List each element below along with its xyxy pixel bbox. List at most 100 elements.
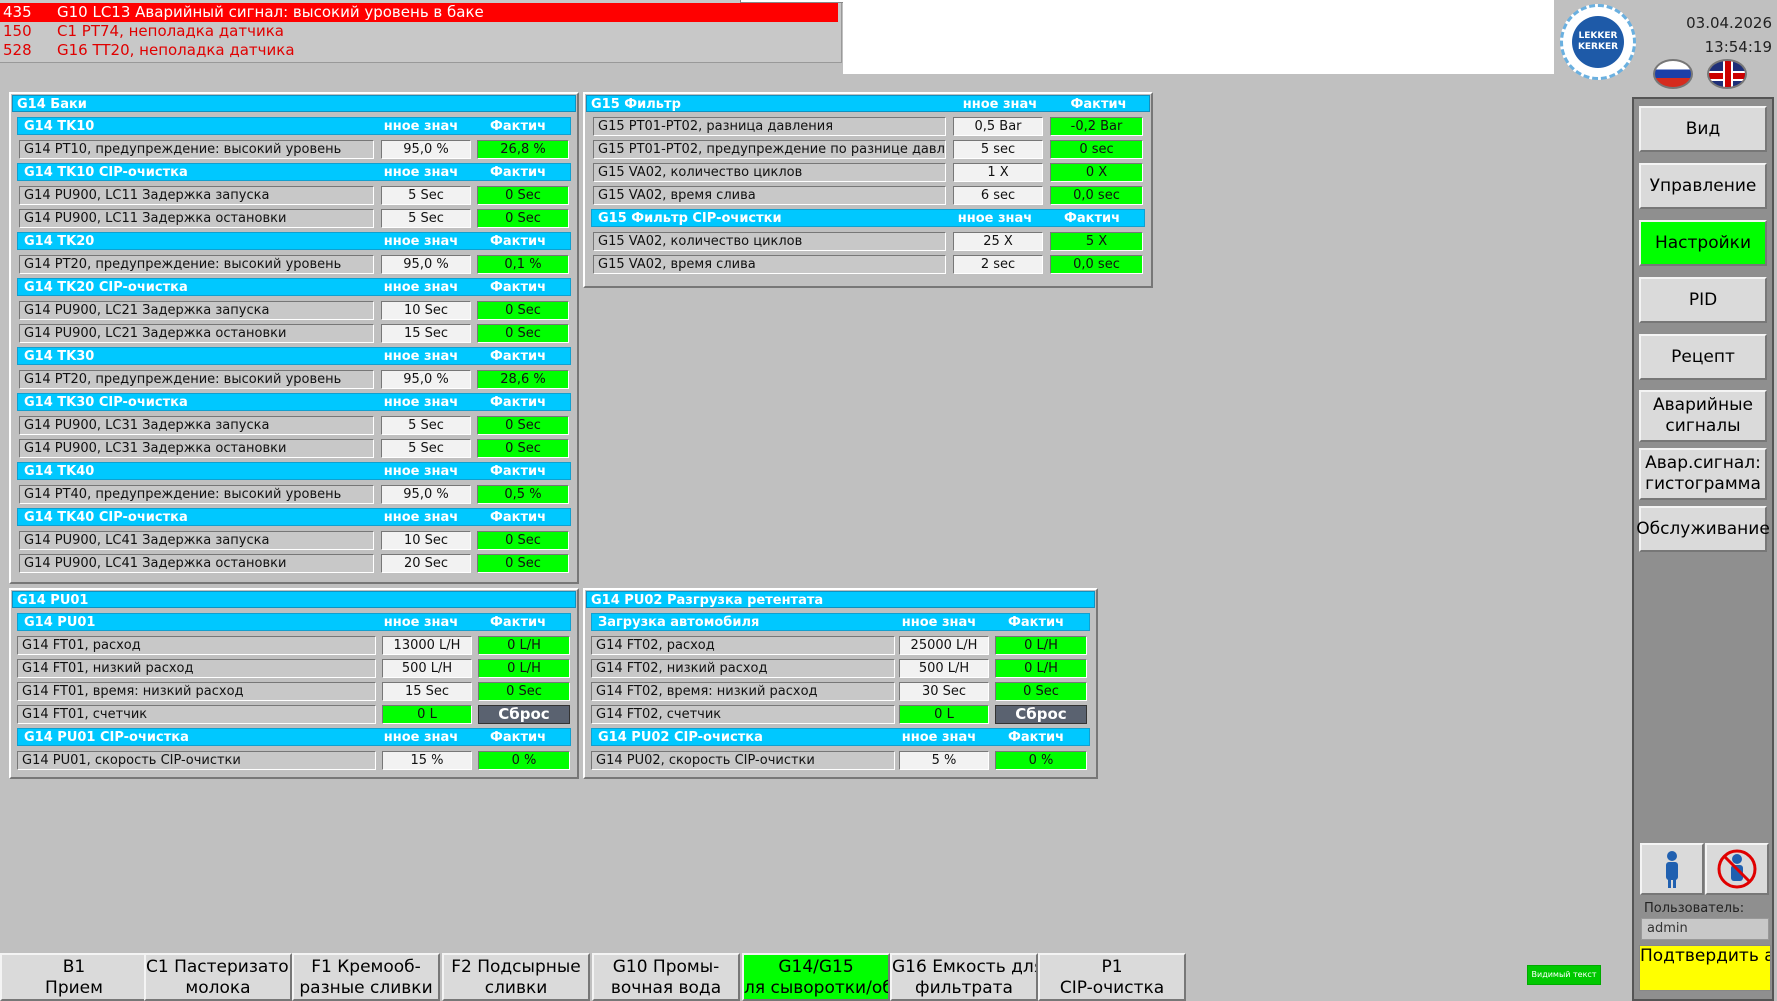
setpoint-field[interactable]: 25000 L/H bbox=[899, 636, 989, 655]
setting-row: G14 PU02, скорость CIP-очистки 5 % 0 % bbox=[585, 749, 1096, 772]
section-header: G14 TK30 CIP-очистка нное знач Фактич bbox=[17, 391, 571, 414]
setpoint-field[interactable]: 1 X bbox=[953, 163, 1043, 182]
russian-flag-icon[interactable] bbox=[1653, 59, 1693, 89]
setpoint-field[interactable]: 5 sec bbox=[953, 140, 1043, 159]
alarm-number: 150 bbox=[3, 22, 32, 40]
setpoint-field[interactable]: 95,0 % bbox=[381, 370, 471, 389]
bottom-nav-button-7[interactable]: G16 Емкость для фильтрата bbox=[890, 953, 1038, 1001]
setpoint-field[interactable]: 15 Sec bbox=[382, 682, 472, 701]
setting-row: G14 FT02, низкий расход 500 L/H 0 L/H bbox=[585, 657, 1096, 680]
reset-button[interactable]: Сброс bbox=[995, 705, 1087, 724]
setpoint-field[interactable]: 500 L/H bbox=[382, 659, 472, 678]
setting-row: G14 PU900, LC11 Задержка остановки 5 Sec 0… bbox=[11, 207, 577, 230]
setting-label: G14 FT02, расход bbox=[591, 636, 895, 655]
section-header: G14 TK30 нное знач Фактич bbox=[17, 345, 571, 368]
section-header-bar: G14 TK10 нное знач Фактич bbox=[17, 117, 571, 135]
actual-value: -0,2 Bar bbox=[1050, 117, 1143, 136]
actual-column-header: Фактич bbox=[489, 349, 547, 364]
section-title: G14 PU02 CIP-очистка bbox=[598, 730, 763, 745]
section-header: G14 TK20 нное знач Фактич bbox=[17, 230, 571, 253]
setpoint-field[interactable]: 5 Sec bbox=[381, 209, 471, 228]
section-header-bar: G14 TK20 CIP-очистка нное знач Фактич bbox=[17, 278, 571, 296]
section-header: G14 TK40 CIP-очистка нное знач Фактич bbox=[17, 506, 571, 529]
setting-row: G14 PU900, LC21 Задержка запуска 10 Sec 0 … bbox=[11, 299, 577, 322]
alarm-text: G10 LC13 Аварийный сигнал: высокий урове… bbox=[57, 3, 484, 21]
nav-button-5[interactable]: Рецепт bbox=[1639, 334, 1767, 380]
setting-label: G14 PU900, LC41 Задержка запуска bbox=[19, 531, 374, 550]
setting-row: G15 VA02, время слива 6 sec 0,0 sec bbox=[585, 184, 1151, 207]
setpoint-field[interactable]: 0,5 Bar bbox=[953, 117, 1043, 136]
setpoint-field[interactable]: 95,0 % bbox=[381, 485, 471, 504]
section-title: G15 Фильтр CIP-очистки bbox=[598, 211, 782, 226]
setting-label: G15 VA02, количество циклов bbox=[593, 163, 946, 182]
bottom-nav-line2: CIP-очистка bbox=[1059, 978, 1165, 998]
nav-button-8[interactable]: Обслуживание bbox=[1636, 506, 1770, 552]
actual-value: 0 sec bbox=[1050, 140, 1143, 159]
alarm-row[interactable]: 528 G16 TT20, неполадка датчика bbox=[0, 41, 838, 60]
nav-button-3[interactable]: Настройки bbox=[1639, 220, 1767, 266]
setpoint-field[interactable]: 2 sec bbox=[953, 255, 1043, 274]
setpoint-field[interactable]: 13000 L/H bbox=[382, 636, 472, 655]
actual-column-header: Фактич bbox=[489, 395, 547, 410]
setting-row: G14 PT20, предупреждение: высокий уровен… bbox=[11, 253, 577, 276]
bottom-nav-button-8[interactable]: P1 CIP-очистка bbox=[1038, 953, 1186, 1001]
uk-flag-icon[interactable] bbox=[1707, 59, 1747, 89]
setpoint-field[interactable]: 20 Sec bbox=[381, 554, 471, 573]
reset-button[interactable]: Сброс bbox=[478, 705, 570, 724]
setpoint-field[interactable]: 5 Sec bbox=[381, 439, 471, 458]
actual-column-header: Фактич bbox=[489, 165, 547, 180]
setpoint-field[interactable]: 25 X bbox=[953, 232, 1043, 251]
setpoint-field[interactable]: 15 % bbox=[382, 751, 472, 770]
nav-button-4[interactable]: PID bbox=[1639, 277, 1767, 323]
setting-label: G14 PT40, предупреждение: высокий уровен… bbox=[19, 485, 374, 504]
setpoint-field[interactable]: 95,0 % bbox=[381, 255, 471, 274]
section-header-bar: G14 TK10 CIP-очистка нное знач Фактич bbox=[17, 163, 571, 181]
setpoint-field[interactable]: 15 Sec bbox=[381, 324, 471, 343]
setting-row: G14 PU900, LC41 Задержка остановки 20 Sec… bbox=[11, 552, 577, 575]
bottom-nav-line1: C1 Пастеризатор bbox=[146, 957, 292, 977]
section-header-bar: Загрузка автомобиля нное знач Фактич bbox=[591, 613, 1090, 631]
nav-button-6[interactable]: Аварийные сигналы bbox=[1639, 390, 1767, 442]
section-title: G14 TK30 bbox=[24, 349, 95, 364]
setpoint-field[interactable]: 6 sec bbox=[953, 186, 1043, 205]
actual-value: 0 Sec bbox=[477, 439, 569, 458]
bottom-nav-button-1[interactable]: B1 Прием bbox=[0, 953, 148, 1001]
user-label: Пользователь: bbox=[1644, 901, 1745, 916]
actual-column-header: Фактич bbox=[489, 280, 547, 295]
section-header: G15 Фильтр CIP-очистки нное знач Фактич bbox=[591, 207, 1145, 230]
bottom-nav-button-5[interactable]: G10 Промы-вочная вода bbox=[592, 953, 740, 1001]
nav-button-7[interactable]: Авар.сигнал: гистограмма bbox=[1639, 448, 1767, 500]
actual-value: 0 Sec bbox=[477, 209, 569, 228]
alarm-row[interactable]: 435 G10 LC13 Аварийный сигнал: высокий ур… bbox=[0, 3, 838, 22]
setpoint-field[interactable]: 5 Sec bbox=[381, 416, 471, 435]
header-blank-area bbox=[843, 0, 1554, 74]
setpoint-column-header: нное знач bbox=[383, 234, 459, 249]
bottom-nav-line1: G16 Емкость для bbox=[892, 957, 1038, 977]
bottom-nav-line2: Прием bbox=[45, 978, 103, 998]
bottom-nav-button-6[interactable]: G14/G15 ля сыворотки/обр bbox=[742, 953, 890, 1001]
nav-button-1[interactable]: Вид bbox=[1639, 106, 1767, 152]
alarm-list[interactable]: 435 G10 LC13 Аварийный сигнал: высокий ур… bbox=[0, 0, 842, 63]
bottom-nav-button-3[interactable]: F1 Кремооб-разные сливки bbox=[292, 953, 440, 1001]
setpoint-field[interactable]: 5 % bbox=[899, 751, 989, 770]
setpoint-field[interactable]: 10 Sec bbox=[381, 301, 471, 320]
setpoint-column-header: нное знач bbox=[383, 395, 459, 410]
setting-label: G14 PU900, LC21 Задержка остановки bbox=[19, 324, 374, 343]
setpoint-field[interactable]: 95,0 % bbox=[381, 140, 471, 159]
login-user-icon[interactable] bbox=[1640, 843, 1704, 895]
section-title: G14 PU01 bbox=[24, 615, 96, 630]
logout-user-icon[interactable] bbox=[1705, 843, 1769, 895]
alarm-row[interactable]: 150 C1 PT74, неполадка датчика bbox=[0, 22, 838, 41]
setpoint-field[interactable]: 500 L/H bbox=[899, 659, 989, 678]
nav-button-2[interactable]: Управление bbox=[1639, 163, 1767, 209]
alarm-text: G16 TT20, неполадка датчика bbox=[57, 41, 295, 59]
setpoint-field[interactable]: 5 Sec bbox=[381, 186, 471, 205]
bottom-nav-button-4[interactable]: F2 Подсырные сливки bbox=[442, 953, 590, 1001]
current-date: 03.04.2026 bbox=[1686, 14, 1772, 32]
bottom-nav-button-2[interactable]: C1 Пастеризатор молока bbox=[144, 953, 292, 1001]
setpoint-field[interactable]: 10 Sec bbox=[381, 531, 471, 550]
actual-value: 0 Sec bbox=[995, 682, 1087, 701]
setpoint-field[interactable]: 30 Sec bbox=[899, 682, 989, 701]
confirm-alarm-button[interactable]: Подтвердить аварийный сигнал bbox=[1639, 945, 1771, 991]
section-header: G14 PU02 CIP-очистка нное знач Фактич bbox=[591, 726, 1090, 749]
